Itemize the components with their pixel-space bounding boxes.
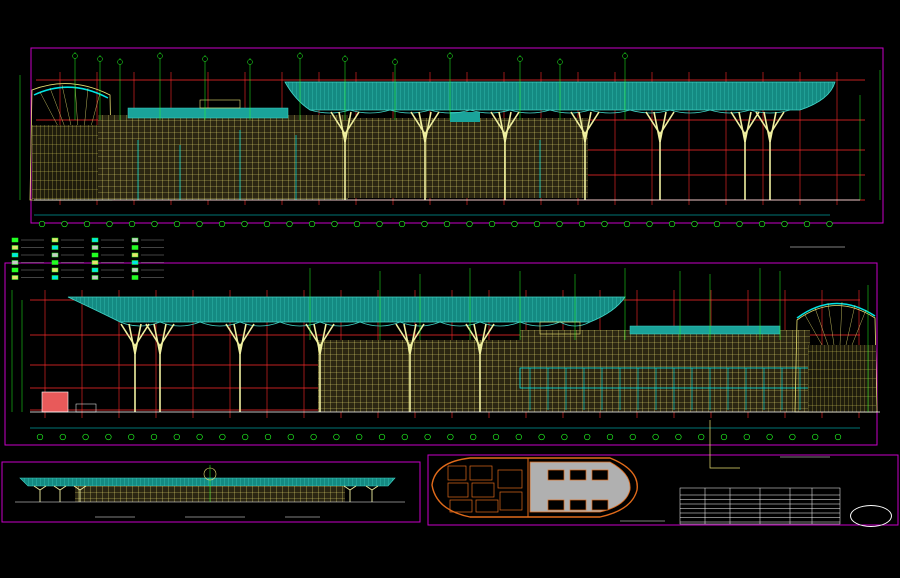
ellipse-stamp-icon [850,505,892,527]
mini-elevation [15,465,405,503]
material-legend [11,237,164,280]
schedule-table [679,487,841,525]
cad-drawing-sheet [1,47,899,526]
plan-view [431,457,638,518]
upper-elevation [19,52,881,228]
lower-elevation [11,268,880,469]
